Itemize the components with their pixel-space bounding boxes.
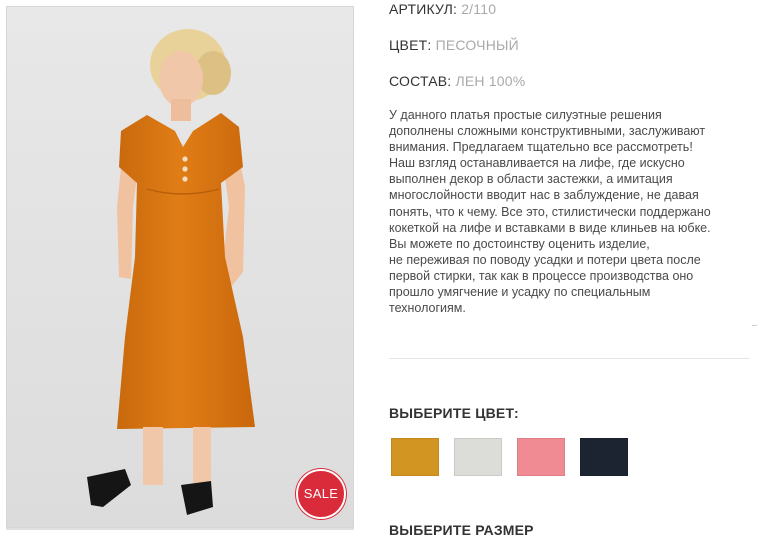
scroll-marker	[752, 325, 757, 326]
article-value: 2/110	[461, 1, 497, 17]
choose-color-title: ВЫБЕРИТЕ ЦВЕТ:	[389, 405, 519, 421]
description-line: кокеткой на лифе и вставками в виде клин…	[389, 220, 711, 235]
description-line: технологиям.	[389, 301, 466, 316]
description-line: понять, что к чему. Все это, стилистичес…	[389, 204, 711, 219]
composition-value: ЛЕН 100%	[455, 73, 526, 89]
description-line: внимания. Предлагаем тщательно все рассм…	[389, 140, 693, 155]
description-line: прошло умягчение и усадку по специальным	[389, 285, 651, 300]
description-line: Вы можете по достоинству оценить изделие…	[389, 236, 650, 251]
description-line: не переживая по поводу усадки и потери ц…	[389, 252, 701, 267]
section-divider	[389, 358, 750, 359]
product-photo[interactable]: SALE	[6, 6, 354, 528]
color-row: ЦВЕТ: ПЕСОЧНЫЙ	[389, 37, 519, 53]
photo-bottom-border	[6, 528, 354, 530]
description-line: Наш взгляд останавливается на лифе, где …	[389, 156, 685, 171]
sale-badge[interactable]: SALE	[296, 469, 346, 519]
product-description: У данного платья простые силуэтные решен…	[389, 107, 747, 316]
color-swatch-light-gray[interactable]	[454, 438, 502, 476]
color-swatch-navy[interactable]	[580, 438, 628, 476]
composition-label: СОСТАВ:	[389, 73, 452, 89]
dress-model-illustration	[7, 7, 353, 527]
color-label: ЦВЕТ:	[389, 37, 432, 53]
color-swatch-mustard[interactable]	[391, 438, 439, 476]
choose-size-title: ВЫБЕРИТЕ РАЗМЕР	[389, 522, 534, 537]
article-label: АРТИКУЛ:	[389, 1, 458, 17]
color-value: ПЕСОЧНЫЙ	[435, 37, 519, 53]
composition-row: СОСТАВ: ЛЕН 100%	[389, 73, 525, 89]
description-line: первой стирки, так как в процессе произв…	[389, 268, 694, 283]
description-line: многослойности вводит нас в заблуждение,…	[389, 188, 699, 203]
description-line: дополнены сложными конструктивными, засл…	[389, 124, 706, 139]
description-line: выполнен декор в области застежки, а ими…	[389, 172, 673, 187]
color-swatch-pink[interactable]	[517, 438, 565, 476]
article-row: АРТИКУЛ: 2/110	[389, 1, 496, 17]
description-line: У данного платья простые силуэтные решен…	[389, 108, 662, 122]
